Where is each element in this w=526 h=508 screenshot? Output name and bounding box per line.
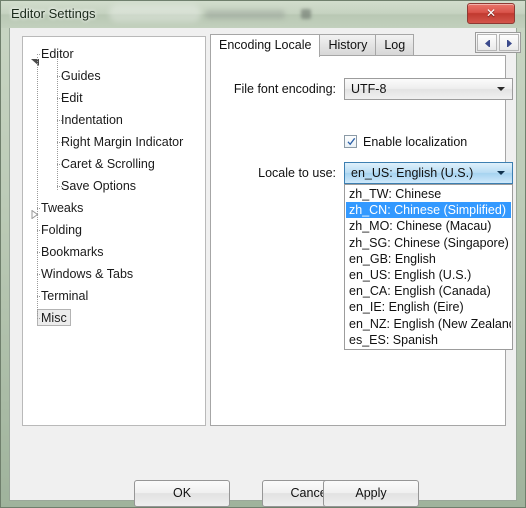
- chevron-down-icon: [497, 171, 505, 175]
- background-window-ghost-2: [205, 10, 285, 19]
- locale-option[interactable]: zh_MO: Chinese (Macau): [346, 218, 511, 234]
- file-font-encoding-combobox[interactable]: UTF-8: [344, 78, 513, 100]
- tab-panel-encoding-locale: File font encoding: UTF-8 Enable localiz…: [210, 55, 513, 426]
- tree-guide-connector: [57, 76, 63, 77]
- ok-button[interactable]: OK: [134, 480, 230, 507]
- tab-scroll-right-button[interactable]: [499, 34, 519, 51]
- tree-guide-connector: [57, 186, 63, 187]
- locale-option[interactable]: zh_SG: Chinese (Singapore): [346, 235, 511, 251]
- tree-guide-connector: [37, 296, 41, 297]
- locale-option[interactable]: en_GB: English: [346, 251, 511, 267]
- file-font-encoding-value: UTF-8: [351, 82, 387, 96]
- background-window-ghost-3: [301, 9, 311, 19]
- tree-guide-connector: [57, 164, 63, 165]
- tree-guide-connector: [37, 252, 41, 253]
- settings-tree[interactable]: Editor Guides Edit Indentation Right Margin …: [22, 36, 206, 426]
- enable-localization-label: Enable localization: [363, 135, 468, 149]
- tree-guide-connector: [37, 230, 41, 231]
- arrow-right-icon: [507, 40, 512, 47]
- locale-to-use-value: en_US: English (U.S.): [351, 166, 474, 180]
- locale-option[interactable]: en_CA: English (Canada): [346, 283, 511, 299]
- tree-guide-lines: [23, 37, 205, 425]
- tab-log[interactable]: Log: [375, 34, 415, 56]
- tree-guide-connector: [37, 274, 41, 275]
- locale-dropdown-list[interactable]: zh_TW: Chinese zh_CN: Chinese (Simplified…: [344, 184, 513, 350]
- tab-history[interactable]: History: [319, 34, 377, 56]
- window-title: Editor Settings: [11, 6, 96, 21]
- chevron-down-icon: [497, 87, 505, 91]
- background-window-ghost-1: [109, 5, 201, 22]
- locale-option[interactable]: en_NZ: English (New Zealand): [346, 316, 511, 332]
- tab-encoding-locale[interactable]: Encoding Locale: [210, 34, 321, 57]
- file-font-encoding-label: File font encoding:: [233, 82, 336, 96]
- tree-guide-connector: [37, 318, 41, 319]
- locale-option[interactable]: zh_CN: Chinese (Simplified): [346, 202, 511, 219]
- tab-strip: Encoding Locale History Log: [210, 34, 506, 57]
- locale-option[interactable]: es_ES: Spanish: [346, 332, 511, 348]
- tree-guide-connector: [37, 208, 41, 209]
- locale-option[interactable]: en_US: English (U.S.): [346, 267, 511, 283]
- locale-to-use-combobox[interactable]: en_US: English (U.S.): [344, 162, 513, 184]
- checkmark-icon: [347, 138, 356, 146]
- tree-guide-editor-children: [57, 59, 58, 191]
- tree-guide-connector: [37, 54, 41, 55]
- tree-guide-connector: [57, 98, 63, 99]
- dialog-window: Editor Settings ✕ Editor Guides Edit Indent…: [0, 0, 526, 508]
- tree-guide-root: [37, 57, 38, 317]
- tab-scroll-left-button[interactable]: [477, 34, 497, 51]
- close-button[interactable]: ✕: [467, 3, 515, 24]
- tree-guide-connector: [57, 120, 63, 121]
- tab-scroll-buttons: [475, 32, 521, 53]
- locale-to-use-label: Locale to use:: [258, 166, 336, 180]
- locale-option[interactable]: zh_TW: Chinese: [346, 186, 511, 202]
- dialog-client-area: Editor Guides Edit Indentation Right Margin …: [9, 28, 521, 507]
- close-icon: ✕: [485, 6, 497, 20]
- tree-guide-connector: [57, 142, 63, 143]
- locale-option[interactable]: en_IE: English (Eire): [346, 299, 511, 315]
- arrow-left-icon: [485, 40, 490, 47]
- title-bar: Editor Settings ✕: [1, 1, 525, 28]
- apply-button[interactable]: Apply: [323, 480, 419, 507]
- enable-localization-checkbox[interactable]: [344, 135, 357, 148]
